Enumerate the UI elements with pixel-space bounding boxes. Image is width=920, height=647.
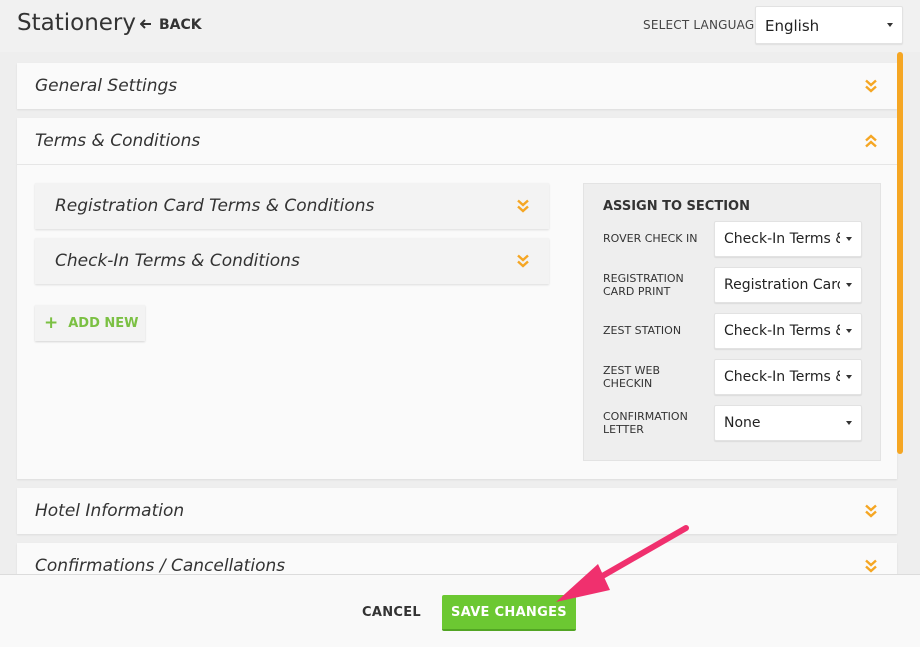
select-value: Check-In Terms & . <box>724 323 840 339</box>
assign-row-label: CONFIRMATION LETTER <box>603 410 688 436</box>
caret-down-icon <box>846 283 852 287</box>
terms-item-title: Check-In Terms & Conditions <box>55 251 300 271</box>
panel-header[interactable]: Terms & Conditions <box>17 118 897 164</box>
top-bar: Stationery BACK SELECT LANGUAGE English <box>0 0 920 52</box>
registration-card-print-select[interactable]: Registration Card . <box>714 267 862 303</box>
panel-confirmations-cancellations[interactable]: Confirmations / Cancellations <box>17 543 897 574</box>
zest-web-checkin-select[interactable]: Check-In Terms & . <box>714 359 862 395</box>
confirmation-letter-select[interactable]: None <box>714 405 862 441</box>
double-chevron-down-icon[interactable] <box>517 199 529 213</box>
footer-bar: CANCEL SAVE CHANGES <box>0 574 920 647</box>
save-changes-button[interactable]: SAVE CHANGES <box>442 595 576 631</box>
assign-row-label: ZEST WEB CHECKIN <box>603 364 661 390</box>
language-select[interactable]: English <box>755 6 903 44</box>
select-value: Registration Card . <box>724 277 840 293</box>
select-value: Check-In Terms & . <box>724 369 840 385</box>
settings-scroll-area[interactable]: General Settings Terms & Conditions Regi… <box>0 52 920 574</box>
panel-general-settings[interactable]: General Settings <box>17 63 897 109</box>
scrollbar[interactable] <box>897 52 903 454</box>
caret-down-icon <box>846 237 852 241</box>
caret-down-icon <box>887 23 893 27</box>
panel-title: Hotel Information <box>35 501 185 521</box>
double-chevron-up-icon[interactable] <box>865 134 877 148</box>
language-value: English <box>765 17 820 35</box>
panel-header[interactable]: Hotel Information <box>17 488 897 534</box>
caret-down-icon <box>846 375 852 379</box>
arrow-left-icon <box>139 17 152 33</box>
add-new-label: ADD NEW <box>68 315 139 331</box>
panel-terms-conditions: Terms & Conditions Registration Card Ter… <box>17 118 897 479</box>
select-value: Check-In Terms & . <box>724 231 840 247</box>
cancel-button[interactable]: CANCEL <box>362 605 421 620</box>
panel-header[interactable]: General Settings <box>17 63 897 109</box>
terms-item-check-in[interactable]: Check-In Terms & Conditions <box>35 238 549 284</box>
terms-item-registration-card[interactable]: Registration Card Terms & Conditions <box>35 183 549 229</box>
plus-icon: + <box>44 313 59 333</box>
page-title: Stationery <box>17 10 136 36</box>
zest-station-select[interactable]: Check-In Terms & . <box>714 313 862 349</box>
terms-item-title: Registration Card Terms & Conditions <box>55 196 375 216</box>
select-value: None <box>724 415 761 431</box>
assign-row-label: ROVER CHECK IN <box>603 232 698 245</box>
panel-title: General Settings <box>35 76 178 96</box>
caret-down-icon <box>846 329 852 333</box>
panel-title: Confirmations / Cancellations <box>35 556 286 574</box>
panel-title: Terms & Conditions <box>35 131 201 151</box>
assign-row-label: REGISTRATION CARD PRINT <box>603 272 684 298</box>
double-chevron-down-icon[interactable] <box>865 559 877 573</box>
back-label: BACK <box>159 17 202 33</box>
rover-check-in-select[interactable]: Check-In Terms & . <box>714 221 862 257</box>
assign-to-section: ASSIGN TO SECTION ROVER CHECK IN Check-I… <box>583 183 881 461</box>
assign-title: ASSIGN TO SECTION <box>603 199 750 214</box>
panel-hotel-information[interactable]: Hotel Information <box>17 488 897 534</box>
back-button[interactable]: BACK <box>139 17 202 33</box>
double-chevron-down-icon[interactable] <box>517 254 529 268</box>
terms-body: Registration Card Terms & Conditions Che… <box>17 164 897 478</box>
assign-row-label: ZEST STATION <box>603 324 682 337</box>
caret-down-icon <box>846 421 852 425</box>
panel-header[interactable]: Confirmations / Cancellations <box>17 543 897 574</box>
double-chevron-down-icon[interactable] <box>865 504 877 518</box>
double-chevron-down-icon[interactable] <box>865 79 877 93</box>
add-new-button[interactable]: + ADD NEW <box>35 305 145 341</box>
language-label: SELECT LANGUAGE <box>643 18 763 32</box>
